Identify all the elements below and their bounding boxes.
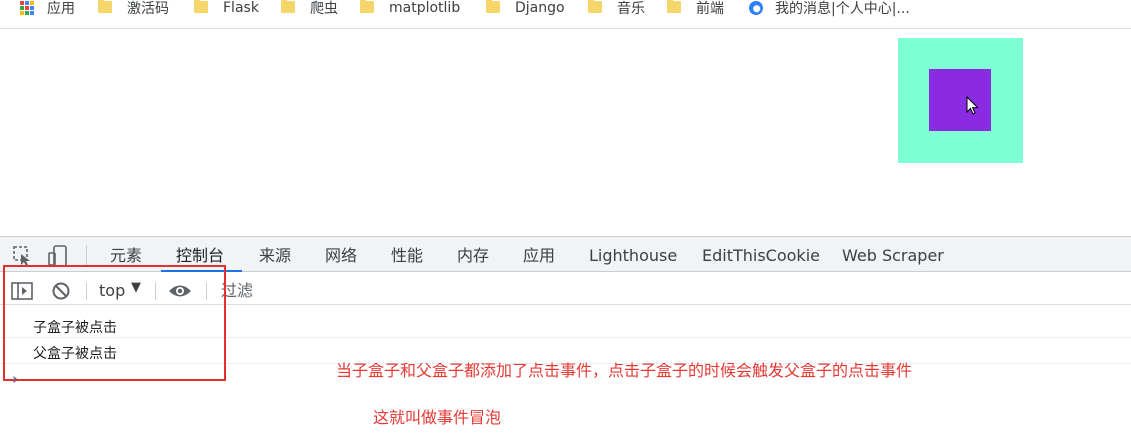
parent-box[interactable] bbox=[898, 38, 1023, 163]
bookmark-folder[interactable]: Django bbox=[486, 0, 565, 16]
tab-editthiscookie[interactable]: EditThisCookie bbox=[702, 237, 820, 271]
tab-application[interactable]: 应用 bbox=[523, 237, 555, 271]
bookmark-folder[interactable]: Flask bbox=[194, 0, 259, 16]
bookmark-label: 前端 bbox=[696, 1, 724, 17]
apps-icon bbox=[20, 1, 34, 15]
annotation-text: 当子盒子和父盒子都添加了点击事件，点击子盒子的时候会触发父盒子的点击事件 bbox=[336, 361, 913, 380]
bookmarks-bar: 应用 激活码 Flask 爬虫 matplotlib Django 音乐 前端 … bbox=[0, 0, 1131, 29]
folder-icon bbox=[667, 0, 681, 13]
bookmark-label: 音乐 bbox=[617, 1, 645, 17]
bookmark-label: 我的消息|个人中心|... bbox=[775, 1, 910, 17]
bookmark-label: 应用 bbox=[47, 1, 75, 17]
bookmark-label: Django bbox=[515, 0, 565, 16]
folder-icon bbox=[281, 0, 295, 13]
annotation-text: 这就叫做事件冒泡 bbox=[373, 408, 502, 427]
bookmark-folder[interactable]: matplotlib bbox=[360, 0, 460, 16]
bookmark-label: 爬虫 bbox=[310, 1, 338, 17]
inspect-element-icon[interactable] bbox=[12, 245, 34, 267]
toolbar-divider bbox=[86, 245, 87, 265]
folder-icon bbox=[588, 0, 602, 13]
highlight-box bbox=[3, 265, 226, 381]
folder-icon bbox=[194, 0, 208, 13]
bookmark-folder[interactable]: 激活码 bbox=[98, 0, 169, 17]
mouse-cursor-icon bbox=[966, 96, 979, 115]
bookmark-label: Flask bbox=[223, 0, 259, 16]
tab-memory[interactable]: 内存 bbox=[457, 237, 489, 271]
tab-sources[interactable]: 来源 bbox=[259, 237, 291, 271]
folder-icon bbox=[98, 0, 112, 13]
bookmark-label: matplotlib bbox=[389, 0, 461, 16]
bookmark-folder[interactable]: 前端 bbox=[667, 0, 724, 17]
filter-input[interactable] bbox=[221, 279, 621, 301]
bookmark-label: 激活码 bbox=[127, 1, 169, 17]
bookmark-folder[interactable]: 音乐 bbox=[588, 0, 645, 17]
bookmark-apps[interactable]: 应用 bbox=[20, 0, 75, 17]
tab-network[interactable]: 网络 bbox=[325, 237, 357, 271]
baidu-icon bbox=[749, 1, 763, 15]
bookmark-folder[interactable]: 爬虫 bbox=[281, 0, 338, 17]
folder-icon bbox=[360, 0, 374, 13]
tab-lighthouse[interactable]: Lighthouse bbox=[589, 237, 677, 271]
child-box[interactable] bbox=[929, 69, 991, 131]
bookmark-site[interactable]: 我的消息|个人中心|... bbox=[749, 0, 910, 17]
folder-icon bbox=[486, 0, 500, 13]
device-toolbar-icon[interactable] bbox=[48, 245, 72, 267]
tab-web-scraper[interactable]: Web Scraper bbox=[842, 237, 944, 271]
tab-performance[interactable]: 性能 bbox=[391, 237, 423, 271]
